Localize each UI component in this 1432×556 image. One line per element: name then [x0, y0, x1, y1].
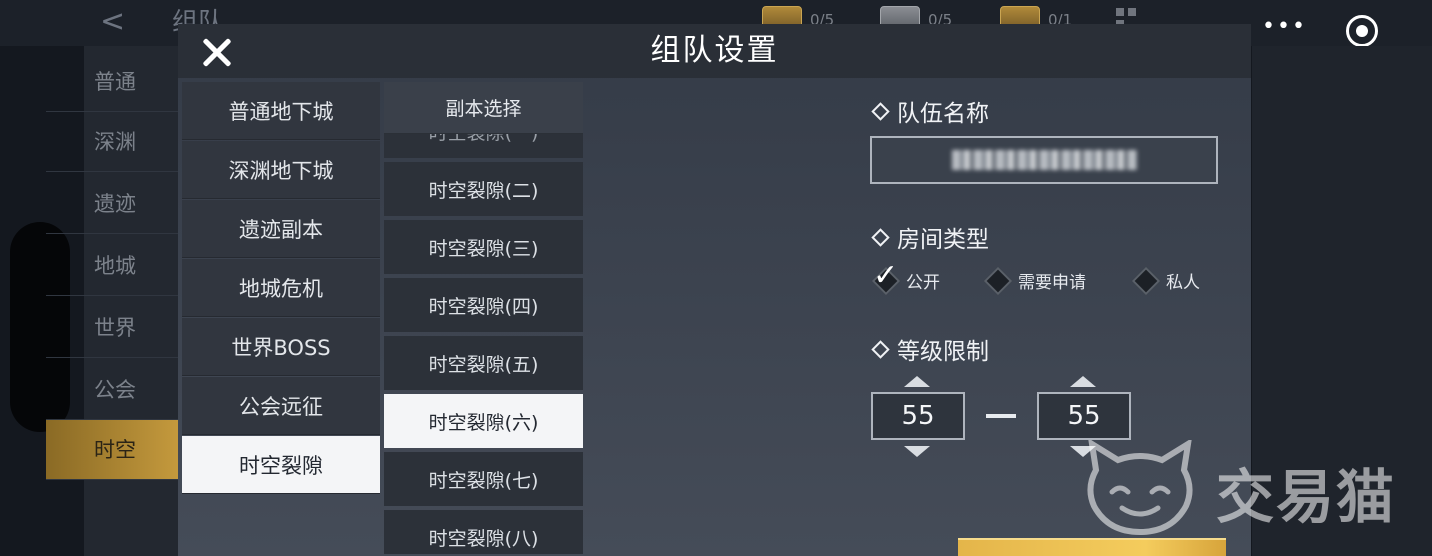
category-item[interactable]: 世界BOSS: [182, 318, 380, 376]
blurred-team-name: [951, 150, 1137, 170]
level-max-up-icon[interactable]: [1070, 376, 1096, 387]
back-icon[interactable]: <: [100, 4, 125, 39]
diamond-icon: [871, 101, 890, 121]
diamond-icon: [871, 339, 890, 359]
instance-item[interactable]: 时空裂隙(八): [384, 510, 583, 554]
background-sidebar-item: 遗迹: [46, 174, 180, 234]
room-type-option-public[interactable]: ✓ 公开: [871, 258, 940, 295]
level-min-input[interactable]: 55: [871, 392, 965, 440]
instance-header: 副本选择: [384, 82, 583, 134]
confirm-button[interactable]: [958, 538, 1226, 556]
background-sidebar-item-active: 时空: [46, 420, 180, 480]
category-item-active[interactable]: 时空裂隙: [182, 436, 380, 494]
category-item[interactable]: 普通地下城: [182, 82, 380, 140]
checkbox-icon: [1131, 266, 1161, 295]
level-max-down-icon[interactable]: [1070, 446, 1096, 457]
diamond-icon: [871, 227, 890, 247]
record-button-icon[interactable]: [1346, 15, 1378, 47]
background-right-panel: [1252, 46, 1432, 556]
room-type-option-private[interactable]: 私人: [1131, 266, 1200, 295]
background-sidebar-item: 深渊: [46, 112, 180, 172]
background-sidebar-item: 地城: [46, 236, 180, 296]
instance-item-active[interactable]: 时空裂隙(六): [384, 394, 583, 448]
team-name-label-text: 队伍名称: [897, 101, 989, 127]
room-type-option-apply[interactable]: 需要申请: [983, 266, 1086, 295]
category-list: 普通地下城 深渊地下城 遗迹副本 地城危机 世界BOSS 公会远征 时空裂隙: [182, 82, 380, 495]
level-min-down-icon[interactable]: [904, 446, 930, 457]
room-type-option-label: 私人: [1166, 273, 1200, 293]
room-type-option-label: 公开: [906, 273, 940, 293]
background-sidebar-item: 世界: [46, 298, 180, 358]
instance-selection: 副本选择 时空裂隙(一) 时空裂隙(二) 时空裂隙(三) 时空裂隙(四) 时空裂…: [384, 82, 583, 556]
room-type-label: 房间类型: [871, 220, 989, 254]
checkmark-icon: ✓: [873, 258, 899, 293]
instance-item[interactable]: 时空裂隙(四): [384, 278, 583, 332]
instance-item[interactable]: 时空裂隙(七): [384, 452, 583, 506]
background-sidebar-item: 普通: [46, 52, 180, 112]
category-item[interactable]: 地城危机: [182, 259, 380, 317]
category-item[interactable]: 深渊地下城: [182, 141, 380, 199]
instance-item[interactable]: 时空裂隙(二): [384, 162, 583, 216]
instance-list[interactable]: 时空裂隙(一) 时空裂隙(二) 时空裂隙(三) 时空裂隙(四) 时空裂隙(五) …: [384, 134, 583, 554]
level-limit-label: 等级限制: [871, 332, 989, 366]
instance-item[interactable]: 时空裂隙(五): [384, 336, 583, 390]
team-name-label: 队伍名称: [871, 94, 989, 128]
category-item[interactable]: 遗迹副本: [182, 200, 380, 258]
team-settings-modal: 组队设置 普通地下城 深渊地下城 遗迹副本 地城危机 世界BOSS 公会远征 时…: [178, 24, 1251, 556]
room-type-option-label: 需要申请: [1018, 273, 1086, 293]
modal-title: 组队设置: [650, 33, 779, 68]
range-separator: [986, 414, 1016, 418]
checkbox-icon: [983, 266, 1013, 295]
room-type-label-text: 房间类型: [897, 227, 989, 253]
level-min-up-icon[interactable]: [904, 376, 930, 387]
instance-item[interactable]: 时空裂隙(三): [384, 220, 583, 274]
level-limit-label-text: 等级限制: [897, 339, 989, 365]
background-sidebar-item: 公会: [46, 360, 180, 420]
team-name-input[interactable]: [870, 136, 1218, 184]
more-options-icon[interactable]: •••: [1262, 14, 1307, 39]
instance-item[interactable]: 时空裂隙(一): [384, 134, 583, 158]
level-max-input[interactable]: 55: [1037, 392, 1131, 440]
category-item[interactable]: 公会远征: [182, 377, 380, 435]
